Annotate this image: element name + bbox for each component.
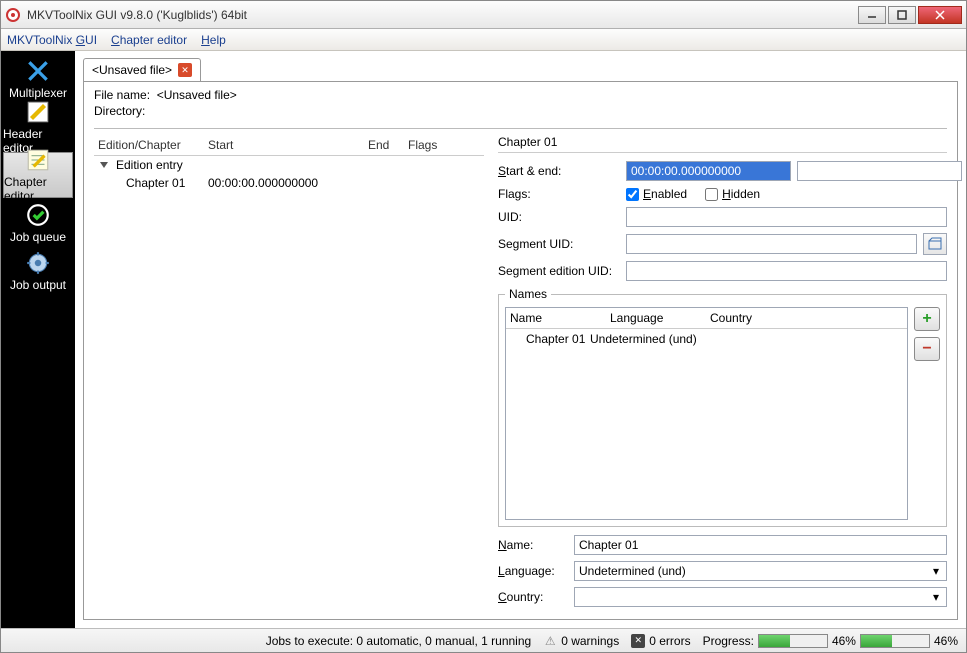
sidebar-label-multiplexer: Multiplexer — [9, 86, 67, 100]
error-icon: ✕ — [631, 634, 645, 648]
file-name-label: File name: — [94, 88, 150, 102]
expand-icon[interactable] — [100, 162, 108, 168]
tree-edition-label: Edition entry — [112, 158, 187, 172]
menu-chapter-editor[interactable]: Chapter editor — [111, 33, 187, 47]
names-col-language[interactable]: Language — [610, 311, 710, 325]
sidebar-item-job-queue[interactable]: Job queue — [3, 200, 73, 246]
names-col-name[interactable]: Name — [510, 311, 610, 325]
progress-bar-1 — [758, 634, 828, 648]
status-errors: ✕ 0 errors — [631, 634, 690, 648]
chapter-details-panel: Chapter 01 Start & end: Flags: Enabled H… — [498, 135, 947, 613]
job-output-icon — [25, 250, 51, 276]
progress-bar-2 — [860, 634, 930, 648]
sidebar-item-multiplexer[interactable]: Multiplexer — [3, 56, 73, 102]
menu-help[interactable]: Help — [201, 33, 226, 47]
file-info: File name: <Unsaved file> Directory: — [94, 88, 947, 120]
flags-label: Flags: — [498, 187, 620, 201]
names-list[interactable]: Name Language Country Chapter 01 Undeter… — [505, 307, 908, 520]
name-input[interactable] — [574, 535, 947, 555]
tree-chapter-start: 00:00:00.000000000 — [204, 176, 364, 190]
names-row-name: Chapter 01 — [510, 332, 590, 346]
maximize-button[interactable] — [888, 6, 916, 24]
tree-chapter-label: Chapter 01 — [122, 176, 204, 190]
multiplexer-icon — [25, 58, 51, 84]
uid-label: UID: — [498, 210, 620, 224]
sidebar-label-job-output: Job output — [10, 278, 66, 292]
menubar: MKVToolNix GUI Chapter editor Help — [1, 29, 966, 51]
segment-uid-label: Segment UID: — [498, 237, 620, 251]
menu-gui[interactable]: MKVToolNix GUI — [7, 33, 97, 47]
names-row-language: Undetermined (und) — [590, 332, 903, 346]
status-jobs: Jobs to execute: 0 automatic, 0 manual, … — [266, 634, 532, 648]
sidebar-label-chapter-editor: Chapter editor — [4, 175, 72, 203]
tree-header: Edition/Chapter Start End Flags — [94, 135, 484, 156]
tree-col-end[interactable]: End — [364, 138, 404, 152]
names-row[interactable]: Chapter 01 Undetermined (und) — [506, 329, 907, 349]
enabled-checkbox[interactable]: Enabled — [626, 187, 687, 201]
warning-icon: ⚠ — [543, 634, 557, 648]
tab-unsaved-file[interactable]: <Unsaved file> ✕ — [83, 58, 201, 81]
name-field-label: Name: — [498, 538, 568, 552]
segment-uid-input[interactable] — [626, 234, 917, 254]
window-title: MKVToolNix GUI v9.8.0 ('Kuglblids') 64bi… — [27, 8, 858, 22]
file-name-value: <Unsaved file> — [157, 88, 237, 102]
segment-edition-uid-input[interactable] — [626, 261, 947, 281]
tab-label: <Unsaved file> — [92, 63, 172, 77]
names-col-country[interactable]: Country — [710, 311, 903, 325]
hidden-checkbox[interactable]: Hidden — [705, 187, 760, 201]
sidebar-item-chapter-editor[interactable]: Chapter editor — [3, 152, 73, 198]
status-warnings: ⚠ 0 warnings — [543, 634, 619, 648]
start-end-label: Start & end: — [498, 164, 620, 178]
add-name-button[interactable]: + — [914, 307, 940, 331]
segment-edition-uid-label: Segment edition UID: — [498, 264, 620, 278]
browse-segment-button[interactable] — [923, 233, 947, 255]
tree-col-start[interactable]: Start — [204, 138, 364, 152]
chevron-down-icon: ▾ — [928, 589, 944, 605]
tree-col-edition[interactable]: Edition/Chapter — [94, 138, 204, 152]
uid-input[interactable] — [626, 207, 947, 227]
sidebar-label-job-queue: Job queue — [10, 230, 66, 244]
close-button[interactable] — [918, 6, 962, 24]
tree-row-chapter[interactable]: Chapter 01 00:00:00.000000000 — [94, 174, 484, 192]
language-combo-value: Undetermined (und) — [579, 564, 686, 578]
chevron-down-icon: ▾ — [928, 563, 944, 579]
country-field-label: Country: — [498, 590, 568, 604]
sidebar: Multiplexer Header editor Chapter editor… — [1, 51, 75, 628]
sidebar-item-job-output[interactable]: Job output — [3, 248, 73, 294]
enabled-checkbox-input[interactable] — [626, 188, 639, 201]
job-queue-icon — [25, 202, 51, 228]
minimize-button[interactable] — [858, 6, 886, 24]
chapter-tree-panel: Edition/Chapter Start End Flags Edition … — [94, 135, 484, 613]
sidebar-item-header-editor[interactable]: Header editor — [3, 104, 73, 150]
names-fieldset: Names Name Language Country — [498, 287, 947, 527]
names-legend: Names — [505, 287, 551, 301]
end-input[interactable] — [797, 161, 962, 181]
language-field-label: Language: — [498, 564, 568, 578]
country-combo[interactable]: ▾ — [574, 587, 947, 607]
tab-close-icon[interactable]: ✕ — [178, 63, 192, 77]
start-input[interactable] — [626, 161, 791, 181]
details-title: Chapter 01 — [498, 135, 947, 153]
tree-row-edition[interactable]: Edition entry — [94, 156, 484, 174]
open-icon — [928, 237, 942, 251]
language-combo[interactable]: Undetermined (und) ▾ — [574, 561, 947, 581]
status-progress: Progress: 46% 46% — [703, 634, 958, 648]
titlebar: MKVToolNix GUI v9.8.0 ('Kuglblids') 64bi… — [1, 1, 966, 29]
chapter-editor-icon — [25, 147, 51, 173]
remove-name-button[interactable]: − — [914, 337, 940, 361]
tree-col-flags[interactable]: Flags — [404, 138, 484, 152]
hidden-checkbox-input[interactable] — [705, 188, 718, 201]
directory-label: Directory: — [94, 104, 947, 118]
status-bar: Jobs to execute: 0 automatic, 0 manual, … — [1, 628, 966, 652]
app-icon — [5, 7, 21, 23]
header-editor-icon — [25, 99, 51, 125]
